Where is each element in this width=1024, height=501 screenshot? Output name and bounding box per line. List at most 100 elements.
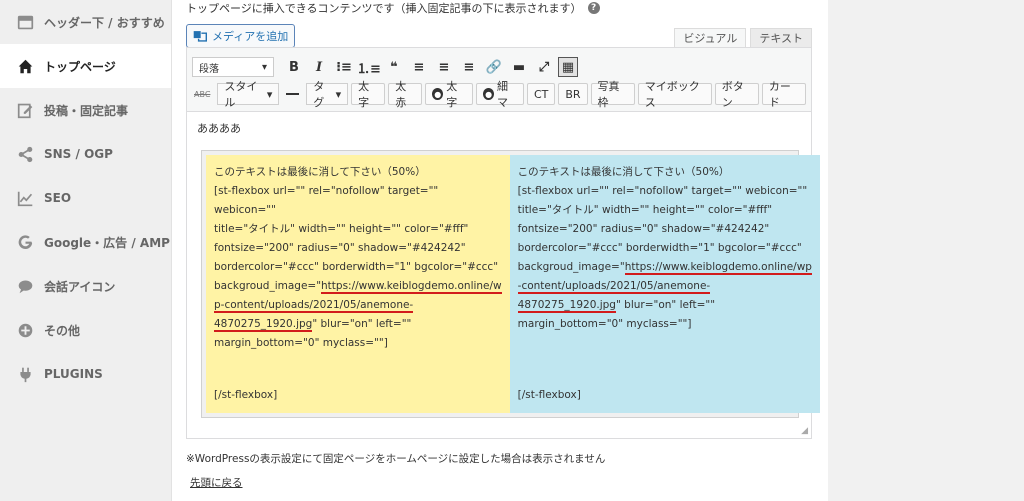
closing-tag: [/st-flexbox] <box>214 389 278 401</box>
horizontal-line-icon[interactable] <box>286 93 300 95</box>
settings-sidebar: ヘッダー下 / おすすめ トップページ 投稿・固定記事 SNS / OGP SE… <box>0 0 172 501</box>
sidebar-item-label: Google・広告 / AMP <box>44 235 170 250</box>
bold-jp-button[interactable]: 太字 <box>351 80 386 109</box>
resize-handle-icon[interactable]: ◢ <box>801 426 808 436</box>
toolbar-toggle-icon[interactable]: ▦ <box>558 57 578 77</box>
col-line: margin_bottom="0" myclass=""] <box>214 337 388 349</box>
sidebar-item-label: SEO <box>44 191 72 205</box>
flexbox-left-column[interactable]: このテキストは最後に消して下さい（50%） [st-flexbox url=""… <box>206 155 510 413</box>
sidebar-item-label: その他 <box>44 323 81 338</box>
highlighted-url: p-content/uploads/2021/05/anemone- <box>214 299 414 313</box>
highlighted-url: https://www.keiblogdemo.online/wp <box>624 261 812 275</box>
add-media-button[interactable]: メディアを追加 <box>186 24 296 48</box>
person-circle-icon: ● <box>432 88 444 100</box>
share-icon <box>16 145 34 163</box>
bullet-list-icon[interactable]: ⁝≡ <box>333 56 355 78</box>
sidebar-item-plugins[interactable]: PLUGINS <box>0 352 171 396</box>
tab-visual[interactable]: ビジュアル <box>674 28 747 47</box>
add-media-label: メディアを追加 <box>212 30 289 43</box>
chevron-down-icon: ▾ <box>335 87 342 101</box>
main-panel: トップページに挿入できるコンテンツです（挿入固定記事の下に表示されます） ? メ… <box>172 0 828 501</box>
numbered-list-icon[interactable]: ⒈≡ <box>357 56 381 78</box>
col-line: 4870275_1920.jpg" blur="on" left="" <box>214 315 502 334</box>
chat-icon <box>16 277 34 295</box>
thin-marker-label: 細マ <box>497 80 508 109</box>
chart-icon <box>16 189 34 207</box>
chevron-down-icon: ▾ <box>261 61 267 73</box>
col-line: fontsize="200" radius="0" shadow="#42424… <box>517 223 770 235</box>
style-dropdown[interactable]: スタイル ▾ <box>217 80 280 109</box>
col-line: このテキストは最後に消して下さい（50%） <box>517 166 730 178</box>
plus-circle-icon <box>16 321 34 339</box>
br-button[interactable]: BR <box>558 83 588 105</box>
col-line: margin_bottom="0" myclass=""] <box>517 318 692 330</box>
photo-frame-button[interactable]: 写真枠 <box>590 80 635 109</box>
sidebar-item-sns-ogp[interactable]: SNS / OGP <box>0 132 171 176</box>
google-icon <box>16 233 34 251</box>
field-description: トップページに挿入できるコンテンツです（挿入固定記事の下に表示されます） ? <box>186 0 600 16</box>
strikethrough-icon[interactable]: ABC <box>194 90 210 99</box>
home-icon <box>16 57 34 75</box>
col-line: fontsize="200" radius="0" shadow="#42424… <box>214 242 466 254</box>
bold-circle-label: 太字 <box>446 80 458 109</box>
tag-dropdown-label: タグ <box>313 80 325 109</box>
format-select-value: 段落 <box>199 63 219 75</box>
sidebar-item-top-page[interactable]: トップページ <box>0 44 171 88</box>
col-line: -content/uploads/2021/05/anemone- <box>517 277 812 296</box>
header-icon <box>16 13 34 31</box>
bold-red-button[interactable]: 太赤 <box>388 80 423 109</box>
sidebar-item-conversation-icons[interactable]: 会話アイコン <box>0 264 171 308</box>
tab-text[interactable]: テキスト <box>750 28 812 47</box>
editor-content[interactable]: ああああ <box>187 112 811 150</box>
italic-icon[interactable]: I <box>308 56 330 78</box>
col-text: " blur="on" left="" <box>615 299 716 311</box>
align-left-icon[interactable]: ≡ <box>408 56 430 78</box>
back-to-top-link[interactable]: 先頭に戻る <box>190 475 243 490</box>
col-line: p-content/uploads/2021/05/anemone- <box>214 296 502 315</box>
chevron-down-icon: ▾ <box>266 87 273 101</box>
ct-button[interactable]: CT <box>526 83 556 105</box>
toolbar-row-1: 段落 ▾ B I ⁝≡ ⒈≡ ❝ ≡ ≡ ≡ 🔗 ▬ ⤢ ▦ <box>192 54 806 80</box>
align-center-icon[interactable]: ≡ <box>433 56 455 78</box>
align-right-icon[interactable]: ≡ <box>458 56 480 78</box>
bold-circle-button[interactable]: ● 太字 <box>425 80 474 109</box>
col-text: " blur="on" left="" <box>312 318 412 330</box>
flexbox-block[interactable]: このテキストは最後に消して下さい（50%） [st-flexbox url=""… <box>201 150 820 418</box>
col-line: [st-flexbox url="" rel="nofollow" target… <box>214 185 439 216</box>
sidebar-item-label: ヘッダー下 / おすすめ <box>44 15 165 30</box>
sidebar-item-header-recommend[interactable]: ヘッダー下 / おすすめ <box>0 0 171 44</box>
highlighted-url: 4870275_1920.jpg <box>214 318 313 332</box>
edit-icon <box>16 101 34 119</box>
sidebar-item-label: PLUGINS <box>44 367 103 381</box>
col-line: title="タイトル" width="" height="" color="#… <box>214 223 469 235</box>
first-paragraph: ああああ <box>197 122 241 135</box>
person-circle-icon: ● <box>483 88 494 100</box>
sidebar-item-seo[interactable]: SEO <box>0 176 171 220</box>
bold-icon[interactable]: B <box>283 56 305 78</box>
plug-icon <box>16 365 34 383</box>
help-icon[interactable]: ? <box>587 2 600 14</box>
col-line: title="タイトル" width="" height="" color="#… <box>517 204 773 216</box>
blockquote-icon[interactable]: ❝ <box>383 56 405 78</box>
sidebar-item-other[interactable]: その他 <box>0 308 171 352</box>
read-more-icon[interactable]: ▬ <box>508 56 530 78</box>
tag-dropdown[interactable]: タグ ▾ <box>306 80 349 109</box>
sidebar-item-posts[interactable]: 投稿・固定記事 <box>0 88 171 132</box>
col-line: backgroud_image="https://www.keiblogdemo… <box>518 258 812 277</box>
card-button[interactable]: カード <box>761 80 807 109</box>
thin-marker-button[interactable]: ● 細マ <box>476 80 524 109</box>
button-button[interactable]: ボタン <box>714 80 759 109</box>
editor-tabs: ビジュアル テキスト <box>674 28 812 47</box>
sidebar-item-google-ads-amp[interactable]: Google・広告 / AMP <box>0 220 171 264</box>
col-text: backgroud_image=" <box>214 280 322 292</box>
col-line: bordercolor="#ccc" borderwidth="1" bgcol… <box>517 242 802 254</box>
sidebar-item-label: 投稿・固定記事 <box>44 103 129 118</box>
link-icon[interactable]: 🔗 <box>483 56 505 78</box>
sidebar-item-label: SNS / OGP <box>44 147 113 161</box>
fullscreen-icon[interactable]: ⤢ <box>533 56 555 78</box>
mybox-button[interactable]: マイボックス <box>637 80 712 109</box>
col-line: bordercolor="#ccc" borderwidth="1" bgcol… <box>214 261 499 273</box>
flexbox-right-column[interactable]: このテキストは最後に消して下さい（50%） [st-flexbox url=""… <box>509 155 820 413</box>
description-text: トップページに挿入できるコンテンツです（挿入固定記事の下に表示されます） <box>186 2 582 15</box>
format-select[interactable]: 段落 ▾ <box>192 57 274 77</box>
